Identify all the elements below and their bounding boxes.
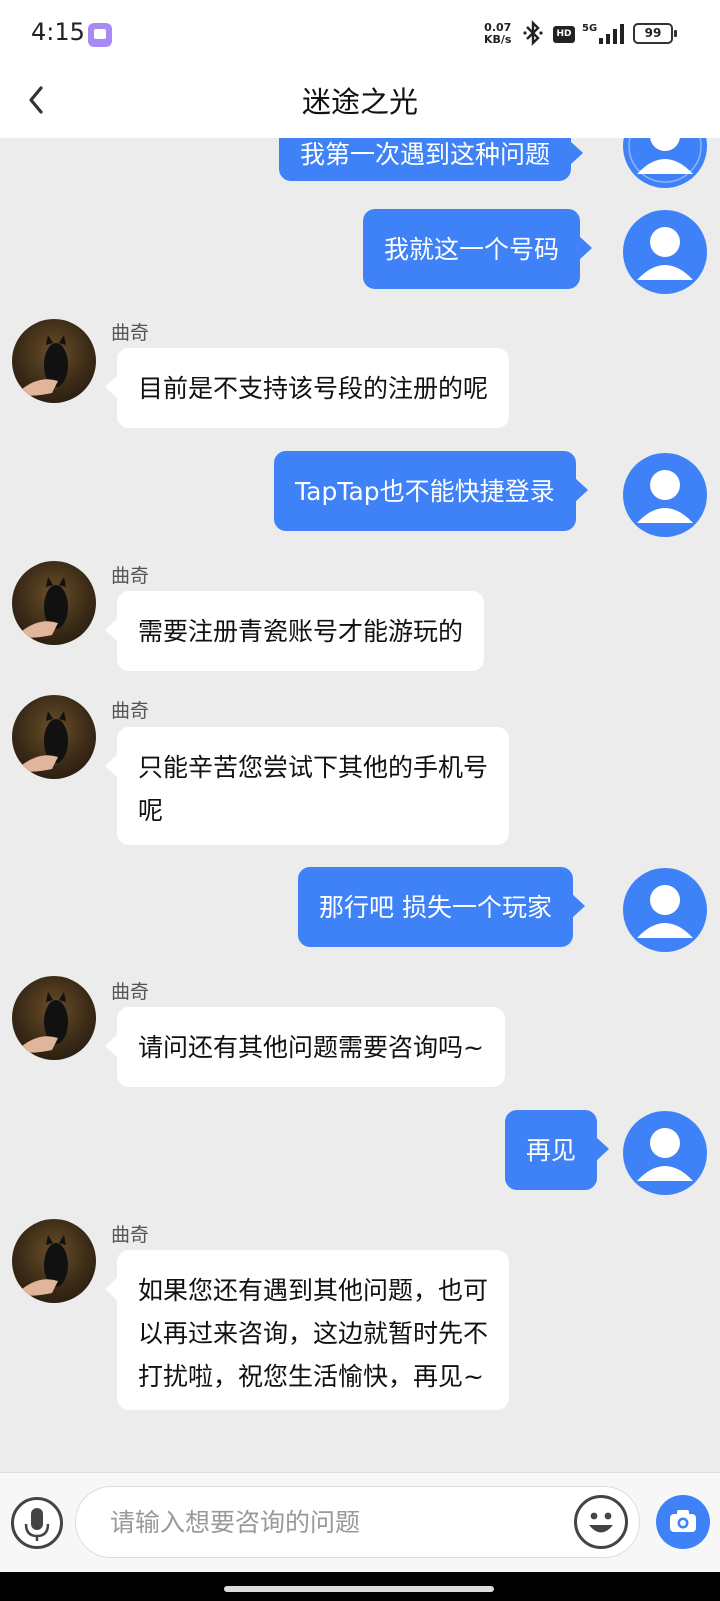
home-indicator[interactable] <box>224 1586 494 1592</box>
user-avatar-icon[interactable] <box>623 868 707 952</box>
cat-photo-icon <box>22 992 68 1053</box>
user-message-bubble[interactable]: 我就这一个号码 <box>363 209 593 289</box>
message-input[interactable] <box>75 1486 640 1558</box>
camera-button[interactable] <box>656 1495 710 1549</box>
user-message-bubble[interactable]: 我第一次遇到这种问题 <box>279 138 584 181</box>
network-type-label: 5G <box>582 23 598 34</box>
cat-photo-icon <box>22 1235 68 1296</box>
camera-icon <box>670 1510 696 1532</box>
network-speed: 0.07 KB/s <box>484 22 511 46</box>
agent-name: 曲奇 <box>111 322 150 344</box>
user-avatar-icon[interactable] <box>623 138 707 188</box>
agent-avatar-cat[interactable] <box>12 976 96 1060</box>
agent-avatar-cat[interactable] <box>12 1219 96 1303</box>
user-message-bubble[interactable]: 再见 <box>505 1110 610 1190</box>
network-speed-unit: KB/s <box>484 33 512 46</box>
agent-message-bubble[interactable]: 目前是不支持该号段的注册的呢 <box>104 348 510 428</box>
agent-message-bubble[interactable]: 只能辛苦您尝试下其他的手机号 呢 <box>104 727 510 845</box>
user-message-bubble[interactable]: 那行吧 损失一个玩家 <box>298 867 585 947</box>
cat-photo-icon <box>22 577 68 638</box>
agent-message-bubble[interactable]: 请问还有其他问题需要咨询吗~ <box>105 1007 505 1087</box>
cat-photo-icon <box>22 335 68 396</box>
battery-icon: 99 <box>633 23 677 44</box>
agent-avatar-cat[interactable] <box>12 319 96 403</box>
emoji-button[interactable] <box>574 1495 628 1549</box>
user-message-bubble[interactable]: TapTap也不能快捷登录 <box>274 451 588 531</box>
agent-name: 曲奇 <box>111 1224 150 1246</box>
agent-name: 曲奇 <box>111 981 150 1003</box>
agent-avatar-cat[interactable] <box>12 695 96 779</box>
title-bar: 迷途之光 <box>0 66 720 138</box>
agent-message-bubble[interactable]: 如果您还有遇到其他问题，也可 以再过来咨询，这边就暂时先不 打扰啦，祝您生活愉快… <box>104 1250 510 1410</box>
bluetooth-icon <box>523 20 543 46</box>
status-time: 4:15 <box>31 18 85 46</box>
agent-name: 曲奇 <box>111 565 150 587</box>
user-avatar-icon[interactable] <box>623 453 707 537</box>
chat-message-list[interactable]: 我第一次遇到这种问题 我就这一个号码 曲奇 目前是不支持该号段的注册的呢 Tap… <box>0 138 720 1472</box>
navigation-bar <box>0 1572 720 1601</box>
user-avatar-icon[interactable] <box>623 210 707 294</box>
battery-level: 99 <box>644 26 662 40</box>
microphone-button[interactable] <box>11 1497 63 1549</box>
microphone-icon <box>24 1508 50 1541</box>
signal-icon <box>599 24 624 44</box>
app-notification-icon <box>88 23 112 47</box>
input-bar <box>0 1472 720 1572</box>
agent-avatar-cat[interactable] <box>12 561 96 645</box>
cat-photo-icon <box>22 711 68 772</box>
user-avatar-icon[interactable] <box>623 1111 707 1195</box>
emoji-icon <box>589 1512 613 1533</box>
agent-name: 曲奇 <box>111 700 150 722</box>
agent-message-bubble[interactable]: 需要注册青瓷账号才能游玩的 <box>104 591 485 671</box>
hd-icon: HD <box>553 26 575 43</box>
page-title: 迷途之光 <box>301 85 418 119</box>
status-bar: 4:15 0.07 KB/s HD 5G 99 <box>0 0 720 66</box>
